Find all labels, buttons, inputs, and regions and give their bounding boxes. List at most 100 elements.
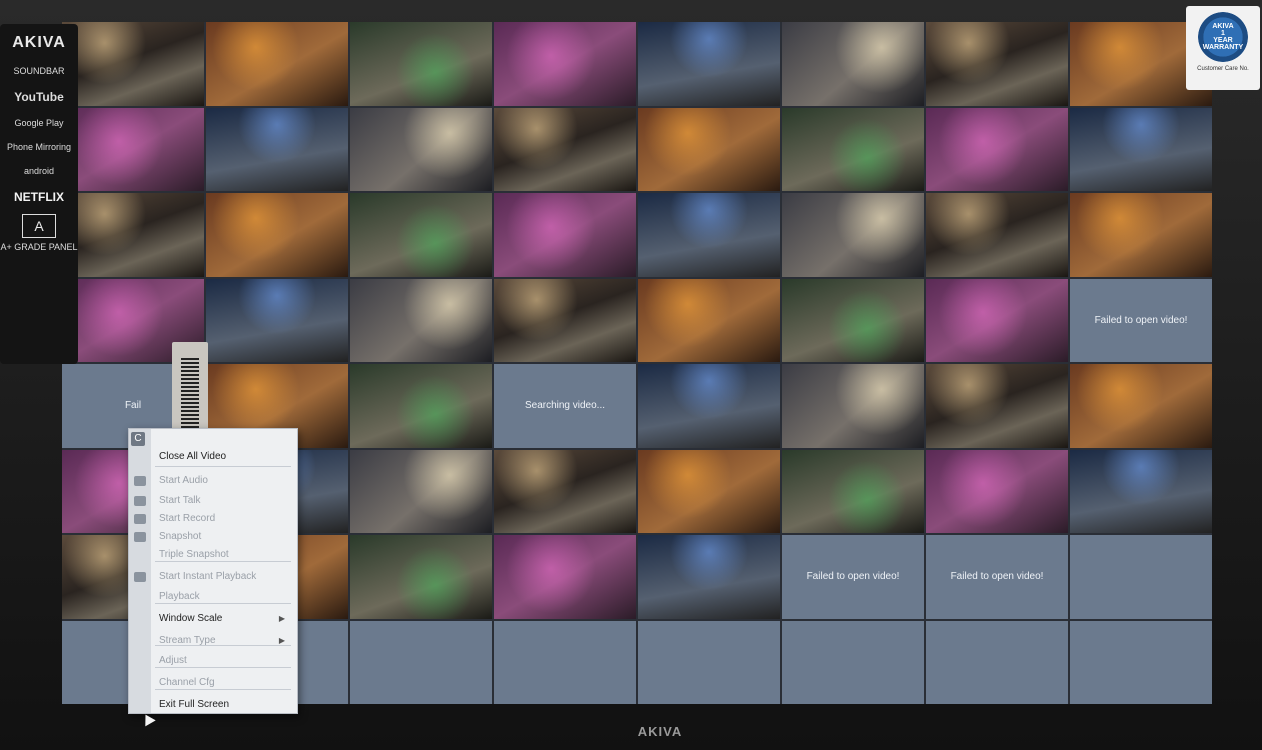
camera-feed-tile[interactable] bbox=[62, 22, 204, 106]
camera-feed-tile[interactable] bbox=[638, 535, 780, 619]
menu-item-label: Exit Full Screen bbox=[159, 699, 230, 710]
camera-feed-tile[interactable] bbox=[494, 22, 636, 106]
camera-feed-tile[interactable] bbox=[1070, 193, 1212, 277]
camera-feed-tile[interactable] bbox=[350, 364, 492, 448]
close-icon[interactable]: C bbox=[131, 432, 145, 446]
context-menu-icon-gutter bbox=[129, 429, 151, 713]
warranty-line2: YEAR bbox=[1213, 37, 1233, 44]
camera-feed-tile[interactable] bbox=[206, 107, 348, 191]
menu-item-start-talk[interactable]: Start Talk bbox=[159, 491, 289, 511]
camera-feed-tile[interactable] bbox=[638, 22, 780, 106]
empty-channel-tile[interactable] bbox=[1070, 620, 1212, 704]
menu-item-triple-snapshot[interactable]: Triple Snapshot bbox=[159, 545, 289, 565]
warranty-badge: AKIVA 1 YEAR WARRANTY Customer Care No. bbox=[1186, 6, 1260, 90]
camera-feed-tile[interactable] bbox=[494, 535, 636, 619]
camera-feed-tile[interactable] bbox=[782, 364, 924, 448]
warranty-line1: 1 bbox=[1221, 30, 1225, 37]
menu-item-label: Window Scale bbox=[159, 613, 223, 624]
menu-item-icon bbox=[134, 532, 146, 542]
empty-channel-tile[interactable] bbox=[926, 620, 1068, 704]
camera-feed-tile[interactable] bbox=[494, 107, 636, 191]
sticker-item-android: android bbox=[23, 166, 55, 176]
menu-item-start-instant-playback[interactable]: Start Instant Playback bbox=[159, 567, 289, 587]
menu-item-start-audio[interactable]: Start Audio bbox=[159, 471, 289, 491]
camera-feed-tile[interactable] bbox=[782, 107, 924, 191]
menu-item-channel-cfg[interactable]: Channel Cfg bbox=[159, 673, 289, 693]
grade-label: A+ GRADE PANEL bbox=[0, 242, 78, 252]
menu-item-label: Start Audio bbox=[159, 475, 208, 486]
camera-feed-tile[interactable] bbox=[206, 278, 348, 362]
camera-feed-tile[interactable] bbox=[350, 535, 492, 619]
menu-item-icon bbox=[134, 496, 146, 506]
camera-feed-tile[interactable] bbox=[494, 278, 636, 362]
monitor-logo: AKIVA bbox=[637, 724, 683, 739]
menu-item-label: Start Record bbox=[159, 513, 216, 524]
camera-feed-tile[interactable] bbox=[926, 278, 1068, 362]
monitor-feature-sticker: AKIVA SOUNDBAR YouTube Google Play Phone… bbox=[0, 24, 78, 364]
menu-item-label: Adjust bbox=[159, 655, 187, 666]
menu-item-label: Start Instant Playback bbox=[159, 571, 257, 582]
empty-channel-tile[interactable] bbox=[638, 620, 780, 704]
camera-feed-tile[interactable] bbox=[494, 449, 636, 533]
camera-feed-tile[interactable] bbox=[638, 193, 780, 277]
menu-item-playback[interactable]: Playback bbox=[159, 587, 289, 607]
submenu-arrow-icon: ▶ bbox=[278, 636, 285, 645]
warranty-brand: AKIVA bbox=[1212, 23, 1234, 30]
camera-feed-tile[interactable] bbox=[350, 278, 492, 362]
menu-item-label: Snapshot bbox=[159, 531, 202, 542]
menu-item-close-all-video[interactable]: Close All Video bbox=[159, 447, 289, 467]
menu-item-adjust[interactable]: Adjust bbox=[159, 651, 289, 671]
menu-item-exit-full-screen[interactable]: Exit Full Screen bbox=[159, 695, 289, 715]
camera-feed-tile[interactable] bbox=[782, 193, 924, 277]
camera-feed-tile[interactable] bbox=[926, 22, 1068, 106]
camera-feed-tile[interactable] bbox=[350, 449, 492, 533]
camera-feed-tile[interactable] bbox=[638, 278, 780, 362]
submenu-arrow-icon: ▶ bbox=[278, 614, 285, 623]
searching-channel-tile[interactable]: Searching video... bbox=[494, 364, 636, 448]
camera-feed-tile[interactable] bbox=[926, 364, 1068, 448]
menu-item-label: Stream Type bbox=[159, 635, 216, 646]
warranty-seal-icon: AKIVA 1 YEAR WARRANTY bbox=[1198, 12, 1248, 62]
empty-channel-tile[interactable] bbox=[494, 620, 636, 704]
menu-item-label: Playback bbox=[159, 591, 200, 602]
menu-item-snapshot[interactable]: Snapshot bbox=[159, 527, 289, 547]
camera-feed-tile[interactable] bbox=[926, 193, 1068, 277]
menu-item-icon bbox=[134, 514, 146, 524]
sticker-item-google-play: Google Play bbox=[14, 118, 64, 128]
menu-item-window-scale[interactable]: Window Scale ▶ bbox=[159, 609, 289, 629]
camera-feed-tile[interactable] bbox=[62, 107, 204, 191]
camera-feed-tile[interactable] bbox=[926, 107, 1068, 191]
camera-feed-tile[interactable] bbox=[1070, 364, 1212, 448]
camera-feed-tile[interactable] bbox=[350, 107, 492, 191]
camera-feed-tile[interactable] bbox=[62, 193, 204, 277]
empty-channel-tile[interactable] bbox=[1070, 535, 1212, 619]
sticker-brand: AKIVA bbox=[12, 34, 66, 51]
camera-feed-tile[interactable] bbox=[350, 22, 492, 106]
camera-feed-tile[interactable] bbox=[1070, 449, 1212, 533]
empty-channel-tile[interactable] bbox=[350, 620, 492, 704]
camera-feed-tile[interactable] bbox=[350, 193, 492, 277]
camera-feed-tile[interactable] bbox=[206, 22, 348, 106]
camera-feed-tile[interactable] bbox=[782, 278, 924, 362]
failed-channel-tile[interactable]: Failed to open video! bbox=[782, 535, 924, 619]
camera-feed-tile[interactable] bbox=[782, 449, 924, 533]
camera-feed-tile[interactable] bbox=[782, 22, 924, 106]
camera-feed-tile[interactable] bbox=[638, 449, 780, 533]
warranty-line3: WARRANTY bbox=[1202, 44, 1244, 51]
camera-feed-tile[interactable] bbox=[638, 107, 780, 191]
camera-feed-tile[interactable] bbox=[638, 364, 780, 448]
menu-item-start-record[interactable]: Start Record bbox=[159, 509, 289, 529]
failed-channel-tile[interactable]: Failed to open video! bbox=[1070, 278, 1212, 362]
failed-channel-tile[interactable]: Failed to open video! bbox=[926, 535, 1068, 619]
context-menu: C Close All Video Start Audio Start Talk St… bbox=[128, 428, 298, 714]
menu-item-stream-type[interactable]: Stream Type ▶ bbox=[159, 631, 289, 651]
camera-feed-tile[interactable] bbox=[926, 449, 1068, 533]
channel-status-text: Failed to open video! bbox=[950, 571, 1044, 583]
empty-channel-tile[interactable] bbox=[782, 620, 924, 704]
sticker-item-netflix: NETFLIX bbox=[14, 190, 64, 204]
camera-feed-tile[interactable] bbox=[494, 193, 636, 277]
camera-feed-tile[interactable] bbox=[206, 193, 348, 277]
menu-item-label: Channel Cfg bbox=[159, 677, 215, 688]
sticker-item-phone-mirroring: Phone Mirroring bbox=[6, 142, 72, 152]
camera-feed-tile[interactable] bbox=[1070, 107, 1212, 191]
